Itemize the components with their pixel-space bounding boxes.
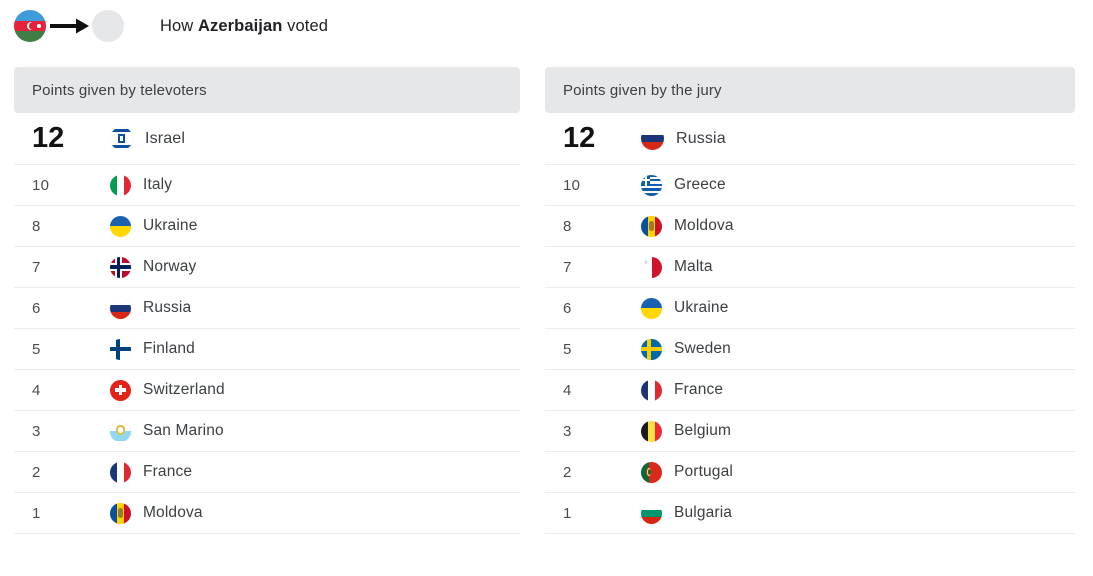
country-name: Moldova (143, 504, 203, 521)
table-row[interactable]: 1 Bulgaria (545, 493, 1075, 534)
points-value: 2 (32, 463, 41, 481)
points-value: 7 (32, 258, 41, 276)
table-row[interactable]: 2 France (14, 452, 520, 493)
points-value: 8 (563, 217, 572, 235)
title-prefix: How (160, 16, 198, 35)
table-row[interactable]: 1 Moldova (14, 493, 520, 534)
points-value: 5 (32, 340, 41, 358)
san-marino-flag-icon (110, 420, 131, 442)
points-value: 5 (563, 340, 572, 358)
france-flag-icon (110, 461, 131, 483)
country-name: France (143, 463, 193, 480)
televote-panel: Points given by televoters 12 Israel 10 Ita… (14, 67, 520, 534)
table-row[interactable]: 8 Moldova (545, 206, 1075, 247)
italy-flag-icon (110, 174, 131, 196)
country-name: France (674, 381, 724, 398)
table-row[interactable]: 10 Greece (545, 165, 1075, 206)
country-name: Russia (676, 129, 726, 147)
country-name: San Marino (143, 422, 224, 439)
points-value: 6 (32, 299, 41, 317)
title-suffix: voted (282, 16, 329, 35)
country-name: Russia (143, 299, 192, 316)
finland-flag-icon (110, 338, 131, 360)
jury-panel-title: Points given by the jury (563, 81, 722, 99)
table-row[interactable]: 3 Belgium (545, 411, 1075, 452)
table-row[interactable]: 2 Portugal (545, 452, 1075, 493)
points-value: 4 (563, 381, 572, 399)
country-name: Ukraine (674, 299, 729, 316)
points-value: 1 (563, 504, 572, 522)
sweden-flag-icon (641, 338, 662, 360)
table-row[interactable]: 10 Italy (14, 165, 520, 206)
moldova-flag-icon (110, 502, 131, 524)
country-name: Portugal (674, 463, 733, 480)
france-flag-icon (641, 379, 662, 401)
target-country-placeholder (92, 10, 124, 42)
points-value: 4 (32, 381, 41, 399)
televote-panel-title: Points given by televoters (32, 81, 207, 99)
title-country: Azerbaijan (198, 16, 283, 35)
televote-points-list: 12 Israel 10 Italy 8 Ukraine 7 Norway 6 Russia 5 Fi… (14, 113, 520, 534)
points-value: 8 (32, 217, 41, 235)
points-value: 1 (32, 504, 41, 522)
country-name: Moldova (674, 217, 734, 234)
table-row[interactable]: 7 Norway (14, 247, 520, 288)
belgium-flag-icon (641, 420, 662, 442)
bulgaria-flag-icon (641, 502, 662, 524)
country-name: Greece (674, 176, 726, 193)
points-value: 12 (563, 122, 596, 154)
russia-flag-icon (110, 297, 131, 319)
table-row[interactable]: 3 San Marino (14, 411, 520, 452)
norway-flag-icon (110, 256, 131, 278)
switzerland-flag-icon (110, 379, 131, 401)
azerbaijan-flag-icon (14, 10, 46, 42)
country-name: Bulgaria (674, 504, 733, 521)
televote-panel-header: Points given by televoters (14, 67, 520, 113)
table-row[interactable]: 6 Russia (14, 288, 520, 329)
country-name: Italy (143, 176, 173, 193)
country-name: Switzerland (143, 381, 225, 398)
country-name: Belgium (674, 422, 732, 439)
voting-header: How Azerbaijan voted (0, 0, 1093, 52)
jury-panel: Points given by the jury 12 Russia 10 Greec… (545, 67, 1075, 534)
points-value: 7 (563, 258, 572, 276)
ukraine-flag-icon (110, 215, 131, 237)
table-row[interactable]: 4 France (545, 370, 1075, 411)
ukraine-flag-icon (641, 297, 662, 319)
table-row[interactable]: 12 Israel (14, 113, 520, 165)
country-name: Israel (145, 129, 186, 147)
page-title: How Azerbaijan voted (160, 17, 328, 36)
table-row[interactable]: 4 Switzerland (14, 370, 520, 411)
points-value: 6 (563, 299, 572, 317)
points-value: 3 (32, 422, 41, 440)
points-value: 10 (563, 176, 581, 194)
points-value: 12 (32, 122, 65, 154)
country-name: Ukraine (143, 217, 198, 234)
jury-points-list: 12 Russia 10 Greece 8 Moldova 7 Malta 6 Ukraine 5 S… (545, 113, 1075, 534)
greece-flag-icon (641, 174, 662, 196)
portugal-flag-icon (641, 461, 662, 483)
points-value: 2 (563, 463, 572, 481)
country-name: Sweden (674, 340, 731, 357)
table-row[interactable]: 8 Ukraine (14, 206, 520, 247)
arrow-right-icon (48, 16, 90, 36)
table-row[interactable]: 5 Sweden (545, 329, 1075, 370)
russia-flag-icon (641, 127, 664, 150)
jury-panel-header: Points given by the jury (545, 67, 1075, 113)
table-row[interactable]: 7 Malta (545, 247, 1075, 288)
table-row[interactable]: 12 Russia (545, 113, 1075, 165)
country-name: Malta (674, 258, 713, 275)
table-row[interactable]: 6 Ukraine (545, 288, 1075, 329)
moldova-flag-icon (641, 215, 662, 237)
points-value: 3 (563, 422, 572, 440)
table-row[interactable]: 5 Finland (14, 329, 520, 370)
country-name: Norway (143, 258, 197, 275)
israel-flag-icon (110, 127, 133, 150)
points-value: 10 (32, 176, 50, 194)
malta-flag-icon (641, 256, 662, 278)
country-name: Finland (143, 340, 195, 357)
